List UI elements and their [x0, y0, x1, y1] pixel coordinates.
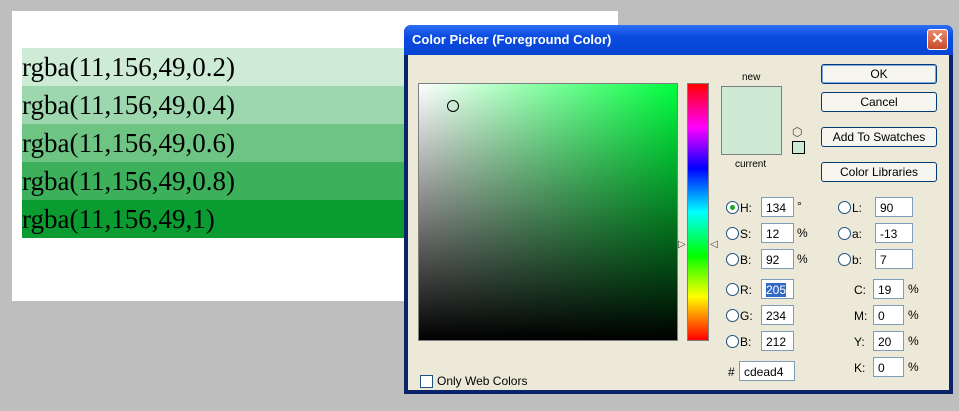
m-input[interactable]: 0	[873, 305, 904, 325]
hex-input[interactable]: cdead4	[739, 361, 795, 381]
swatch-row-2: rgba(11,156,49,0.4)	[22, 86, 442, 124]
swatch-row-1: rgba(11,156,49,0.2)	[22, 48, 442, 86]
y-label: Y:	[854, 335, 865, 349]
m-label: M:	[854, 309, 868, 323]
k-unit: %	[908, 360, 919, 374]
b-input-rgb[interactable]: 212	[761, 331, 794, 351]
l-input[interactable]: 90	[875, 197, 913, 217]
new-label: new	[742, 72, 761, 83]
a-radio[interactable]	[838, 227, 851, 240]
b-label-hsb: B:	[740, 253, 752, 267]
hex-label: #	[728, 365, 735, 379]
hue-slider[interactable]	[687, 83, 709, 341]
y-unit: %	[908, 334, 919, 348]
dialog-client: ▷ ◁ new current ⬡ OK Cancel Add To Swatc…	[408, 55, 949, 390]
b-input-hsb[interactable]: 92	[761, 249, 794, 269]
dialog-title: Color Picker (Foreground Color)	[412, 32, 612, 47]
cancel-button[interactable]: Cancel	[821, 92, 937, 112]
lab-b-input[interactable]: 7	[875, 249, 913, 269]
l-label: L:	[852, 201, 863, 215]
s-radio[interactable]	[726, 227, 739, 240]
swatch-row-3: rgba(11,156,49,0.6)	[22, 124, 442, 162]
m-unit: %	[908, 308, 919, 322]
h-radio[interactable]	[726, 201, 739, 214]
close-icon: ✕	[931, 30, 944, 47]
b-radio-rgb[interactable]	[726, 335, 739, 348]
h-unit: °	[797, 199, 802, 213]
lab-b-radio[interactable]	[838, 253, 851, 266]
color-picker-dialog: Color Picker (Foreground Color) ✕ ▷ ◁ ne…	[404, 25, 953, 394]
c-label: C:	[854, 283, 866, 297]
s-input[interactable]: 12	[761, 223, 794, 243]
g-label: G:	[740, 309, 753, 323]
swatch-row-5: rgba(11,156,49,1)	[22, 200, 442, 238]
c-unit: %	[908, 282, 919, 296]
a-label: a:	[852, 227, 863, 241]
k-label: K:	[854, 361, 866, 375]
ok-button[interactable]: OK	[821, 64, 937, 84]
r-input-value: 205	[766, 283, 787, 297]
a-input[interactable]: -13	[875, 223, 913, 243]
color-field[interactable]	[418, 83, 678, 341]
g-input[interactable]: 234	[761, 305, 794, 325]
l-radio[interactable]	[838, 201, 851, 214]
add-to-swatches-button[interactable]: Add To Swatches	[821, 127, 937, 147]
color-field-marker[interactable]	[447, 100, 459, 112]
b-label-rgb: B:	[740, 335, 752, 349]
cube-icon[interactable]: ⬡	[792, 125, 804, 139]
swatch-row-4: rgba(11,156,49,0.8)	[22, 162, 442, 200]
web-safe-swatch[interactable]	[792, 141, 805, 154]
current-label: current	[735, 159, 767, 170]
b-radio-hsb[interactable]	[726, 253, 739, 266]
lab-b-label: b:	[852, 253, 863, 267]
s-label: S:	[740, 227, 752, 241]
h-input[interactable]: 134	[761, 197, 794, 217]
hue-slider-left-arrow-icon[interactable]: ▷	[678, 239, 686, 250]
c-input[interactable]: 19	[873, 279, 904, 299]
dialog-titlebar[interactable]: Color Picker (Foreground Color) ✕	[404, 25, 953, 55]
only-web-colors-checkbox[interactable]	[420, 375, 433, 388]
h-label: H:	[740, 201, 752, 215]
hue-slider-right-arrow-icon[interactable]: ◁	[710, 239, 718, 250]
k-input[interactable]: 0	[873, 357, 904, 377]
y-input[interactable]: 20	[873, 331, 904, 351]
s-unit: %	[797, 226, 808, 240]
r-radio[interactable]	[726, 283, 739, 296]
r-input[interactable]: 205	[761, 279, 794, 299]
color-libraries-button[interactable]: Color Libraries	[821, 162, 937, 182]
only-web-colors-label: Only Web Colors	[437, 374, 528, 388]
r-label: R:	[740, 283, 752, 297]
g-radio[interactable]	[726, 309, 739, 322]
close-button[interactable]: ✕	[927, 29, 948, 50]
b-unit-hsb: %	[797, 252, 808, 266]
color-preview	[721, 86, 782, 155]
